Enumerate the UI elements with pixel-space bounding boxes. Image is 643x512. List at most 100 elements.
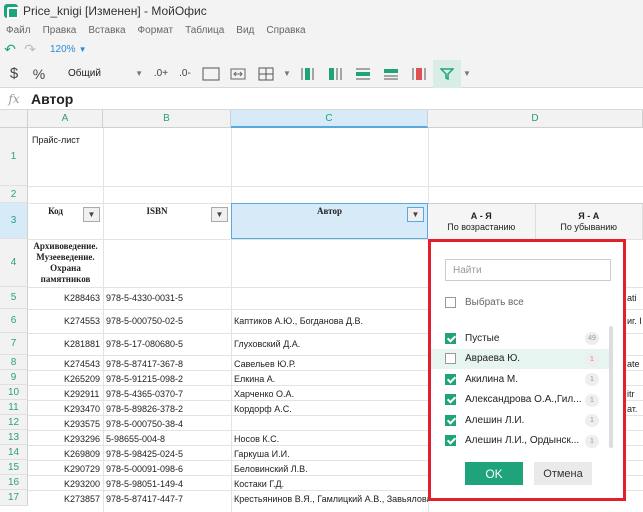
- cell-a1[interactable]: Прайс-лист: [32, 134, 80, 146]
- cell-code[interactable]: K293296: [64, 433, 100, 445]
- menu-insert[interactable]: Вставка: [88, 25, 125, 36]
- delete-column-button[interactable]: [405, 60, 433, 88]
- cell-border-button[interactable]: [197, 60, 225, 88]
- menu-view[interactable]: Вид: [236, 25, 254, 36]
- row-header[interactable]: 11: [0, 400, 28, 415]
- cell-code[interactable]: K293575: [64, 418, 100, 430]
- column-header-b[interactable]: B: [103, 110, 231, 128]
- cell-isbn[interactable]: 978-5-98051-149-4: [106, 478, 183, 490]
- filter-dropdown-author[interactable]: ▼: [407, 207, 424, 222]
- cell-isbn[interactable]: 978-5-89826-378-2: [106, 403, 183, 415]
- filter-dropdown-icon[interactable]: ▼: [461, 60, 473, 88]
- cell-author[interactable]: Крестьянинов В.Я., Гамлицкий А.В., Завья…: [234, 493, 428, 505]
- row-header[interactable]: 7: [0, 333, 28, 355]
- cell-isbn[interactable]: 978-5-4330-0031-5: [106, 292, 183, 304]
- row-header[interactable]: 6: [0, 309, 28, 333]
- menu-help[interactable]: Справка: [266, 25, 305, 36]
- filter-item[interactable]: Пустые 49: [431, 328, 609, 349]
- cell-isbn[interactable]: 978-5-4365-0370-7: [106, 388, 183, 400]
- cell-d-partial[interactable]: itr: [627, 388, 635, 400]
- row-header[interactable]: 14: [0, 445, 28, 460]
- checkbox-checked[interactable]: [445, 332, 456, 344]
- cell-code[interactable]: K274553: [64, 315, 100, 327]
- insert-row-below-button[interactable]: [377, 60, 405, 88]
- row-header[interactable]: 5: [0, 287, 28, 309]
- column-header-d[interactable]: D: [428, 110, 643, 128]
- increase-decimals-button[interactable]: .0+: [149, 60, 173, 88]
- filter-button[interactable]: [433, 59, 461, 88]
- cell-author[interactable]: Кордорф А.С.: [234, 403, 292, 415]
- checkbox-checked[interactable]: [445, 394, 456, 406]
- header-author[interactable]: Автор: [231, 206, 428, 216]
- cell-d-partial[interactable]: ate: [627, 358, 640, 370]
- cell-isbn[interactable]: 978-5-87417-447-7: [106, 493, 183, 505]
- filter-item[interactable]: Алешин Л.И. 1: [431, 410, 609, 431]
- formula-input[interactable]: Автор: [31, 91, 73, 107]
- cancel-button[interactable]: Отмена: [534, 462, 592, 485]
- merge-cells-button[interactable]: [225, 60, 251, 88]
- cell-code[interactable]: K288463: [64, 292, 100, 304]
- cell-isbn[interactable]: 978-5-00091-098-6: [106, 463, 183, 475]
- percent-format-button[interactable]: %: [28, 60, 50, 88]
- cell-a4[interactable]: Архивоведение. Музееведение. Охрана памя…: [28, 241, 103, 285]
- select-all-corner[interactable]: [0, 110, 28, 128]
- checkbox-checked[interactable]: [445, 414, 456, 426]
- cell-author[interactable]: Носов К.С.: [234, 433, 279, 445]
- cell-author[interactable]: Савельев Ю.Р.: [234, 358, 296, 370]
- row-header[interactable]: 15: [0, 460, 28, 475]
- number-format-select[interactable]: Общий ▼: [68, 65, 143, 83]
- cell-author[interactable]: Харченко О.А.: [234, 388, 294, 400]
- menu-format[interactable]: Формат: [138, 25, 174, 36]
- filter-item[interactable]: Авраева Ю. 1: [431, 348, 609, 369]
- sort-descending-button[interactable]: Я - А По убыванию: [536, 204, 643, 239]
- row-header[interactable]: 8: [0, 355, 28, 370]
- checkbox[interactable]: [445, 297, 456, 308]
- cell-isbn[interactable]: 5-98655-004-8: [106, 433, 165, 445]
- zoom-dropdown-icon[interactable]: ▼: [79, 45, 87, 54]
- row-header[interactable]: 3: [0, 203, 28, 239]
- cell-isbn[interactable]: 978-5-91215-098-2: [106, 373, 183, 385]
- row-header[interactable]: 17: [0, 490, 28, 506]
- zoom-level[interactable]: 120%: [50, 44, 76, 55]
- filter-item[interactable]: Алешин Л.И., Ордынск... 1: [431, 431, 609, 452]
- filter-item[interactable]: Акилина М. 1: [431, 369, 609, 390]
- checkbox-checked[interactable]: [445, 435, 456, 447]
- cell-isbn[interactable]: 978-5-98425-024-5: [106, 448, 183, 460]
- cell-author[interactable]: Гаркуша И.И.: [234, 448, 290, 460]
- checkbox[interactable]: [445, 353, 456, 365]
- menu-table[interactable]: Таблица: [185, 25, 224, 36]
- decrease-decimals-button[interactable]: .0-: [173, 60, 197, 88]
- insert-column-right-button[interactable]: [321, 60, 349, 88]
- cell-code[interactable]: K265209: [64, 373, 100, 385]
- insert-row-above-button[interactable]: [349, 60, 377, 88]
- cell-author[interactable]: Елкина А.: [234, 373, 275, 385]
- filter-search-input[interactable]: Найти: [445, 259, 611, 281]
- cell-code[interactable]: K293470: [64, 403, 100, 415]
- cell-code[interactable]: K274543: [64, 358, 100, 370]
- filter-dropdown-isbn[interactable]: ▼: [211, 207, 228, 222]
- row-header[interactable]: 1: [0, 128, 28, 186]
- row-header[interactable]: 4: [0, 239, 28, 287]
- borders-button[interactable]: [251, 60, 281, 88]
- menu-file[interactable]: Файл: [6, 25, 31, 36]
- cell-code[interactable]: K273857: [64, 493, 100, 505]
- column-header-c[interactable]: C: [231, 110, 428, 128]
- row-header[interactable]: 13: [0, 430, 28, 445]
- cell-code[interactable]: K269809: [64, 448, 100, 460]
- checkbox-checked[interactable]: [445, 373, 456, 385]
- cell-isbn[interactable]: 978-5-000750-38-4: [106, 418, 183, 430]
- cell-isbn[interactable]: 978-5-17-080680-5: [106, 338, 183, 350]
- sort-ascending-button[interactable]: А - Я По возрастанию: [428, 204, 536, 239]
- spreadsheet-grid[interactable]: A B C D 1 2 3 4 5 6 7 8 9 10 11 12 13 14…: [0, 110, 643, 512]
- select-all-checkbox[interactable]: Выбрать все: [445, 297, 524, 308]
- cell-isbn[interactable]: 978-5-000750-02-5: [106, 315, 183, 327]
- row-header[interactable]: 16: [0, 475, 28, 490]
- cell-author[interactable]: Каптиков А.Ю., Богданова Д.В.: [234, 315, 363, 327]
- filter-dropdown-code[interactable]: ▼: [83, 207, 100, 222]
- cell-author[interactable]: Беловинский Л.В.: [234, 463, 308, 475]
- cell-d-partial[interactable]: ат.: [627, 403, 637, 415]
- row-header[interactable]: 12: [0, 415, 28, 430]
- row-header[interactable]: 9: [0, 370, 28, 385]
- cell-code[interactable]: K281881: [64, 338, 100, 350]
- menu-edit[interactable]: Правка: [43, 25, 77, 36]
